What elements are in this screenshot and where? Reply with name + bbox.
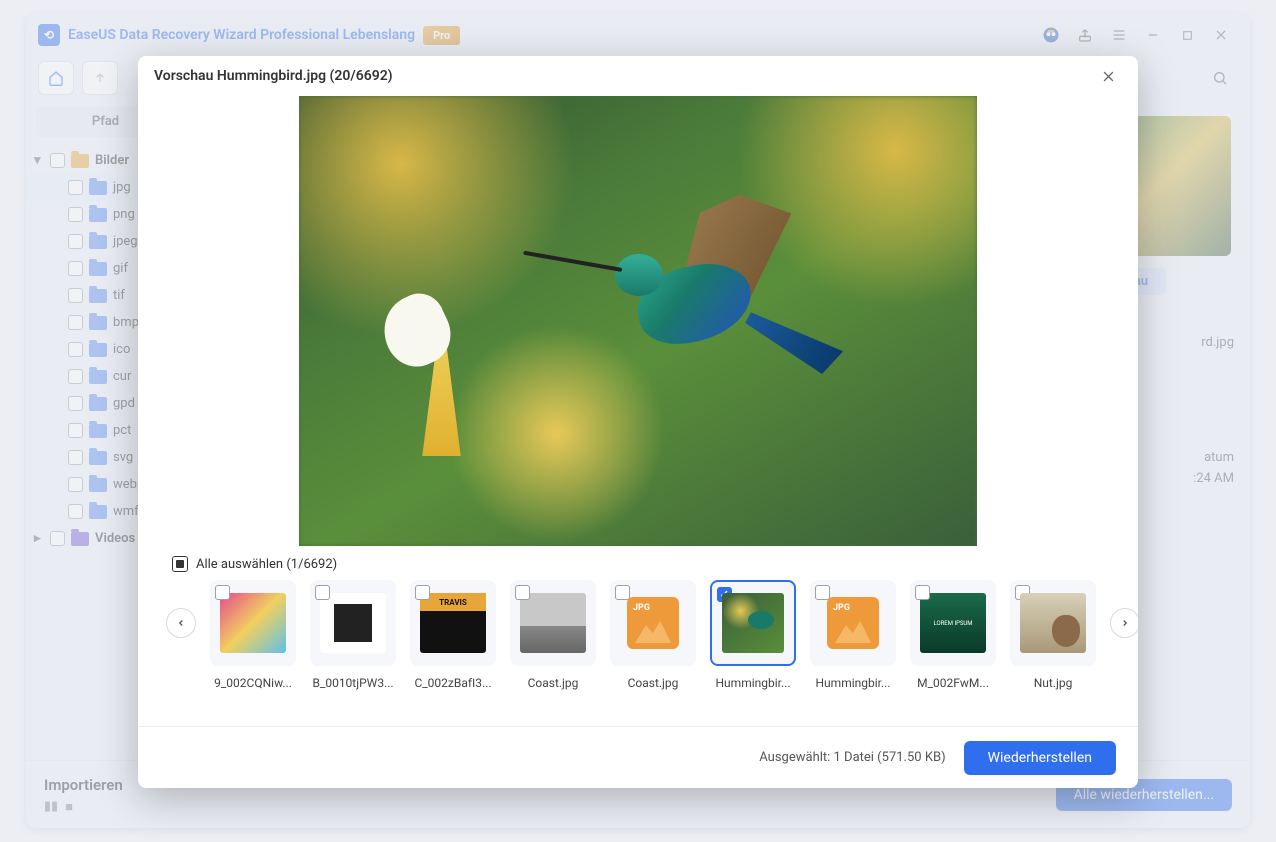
thumbnail-label: 9_002CQNiw... [214,676,292,690]
select-all-row[interactable]: Alle auswählen (1/6692) [166,546,1110,580]
thumbnail-item[interactable]: Hummingbir... [810,580,896,690]
preview-image [299,96,977,546]
thumbnail-item[interactable]: Coast.jpg [610,580,696,690]
selection-status: Ausgewählt: 1 Datei (571.50 KB) [759,750,945,765]
close-icon[interactable] [1094,62,1122,90]
prev-button[interactable] [166,608,196,638]
thumbnail-item[interactable]: LOREM IPSUMM_002FwM... [910,580,996,690]
thumbnail-label: Coast.jpg [528,676,579,690]
select-all-checkbox[interactable] [172,556,188,572]
thumbnail-label: B_0010tjPW3... [312,676,393,690]
thumbnail-label: Hummingbir... [716,676,791,690]
modal-title: Vorschau Hummingbird.jpg (20/6692) [154,68,393,84]
thumbnail-label: M_002FwM... [917,676,989,690]
next-button[interactable] [1110,608,1138,638]
modal-header: Vorschau Hummingbird.jpg (20/6692) [138,56,1138,96]
thumbnail-item[interactable]: B_0010tjPW3... [310,580,396,690]
thumbnail-checkbox[interactable] [315,585,330,600]
preview-modal: Vorschau Hummingbird.jpg (20/6692) Alle … [138,56,1138,788]
thumbnail-item[interactable]: Nut.jpg [1010,580,1096,690]
thumbnail-label: C_002zBafI3... [414,676,491,690]
thumbnail-label: Coast.jpg [628,676,679,690]
select-all-label: Alle auswählen (1/6692) [196,557,337,572]
thumbnail-item[interactable]: 9_002CQNiw... [210,580,296,690]
thumbnail-label: Nut.jpg [1034,676,1073,690]
thumbnail-item[interactable]: TRAVISC_002zBafI3... [410,580,496,690]
thumbnail-item[interactable]: Hummingbir... [710,580,796,690]
thumbnail-checkbox[interactable] [815,585,830,600]
restore-button[interactable]: Wiederherstellen [964,741,1116,775]
thumbnail-checkbox[interactable] [915,585,930,600]
thumbnail-item[interactable]: Coast.jpg [510,580,596,690]
thumbnail-checkbox[interactable] [515,585,530,600]
modal-footer: Ausgewählt: 1 Datei (571.50 KB) Wiederhe… [138,726,1138,788]
thumbnails-row: 9_002CQNiw... B_0010tjPW3... TRAVISC_002zB… [166,580,1110,690]
thumbnail-label: Hummingbir... [816,676,891,690]
thumbnail-checkbox[interactable] [415,585,430,600]
modal-body: Alle auswählen (1/6692) 9_002CQNiw... B_0… [138,96,1138,726]
thumbnail-checkbox[interactable] [215,585,230,600]
thumbnail-checkbox[interactable] [615,585,630,600]
